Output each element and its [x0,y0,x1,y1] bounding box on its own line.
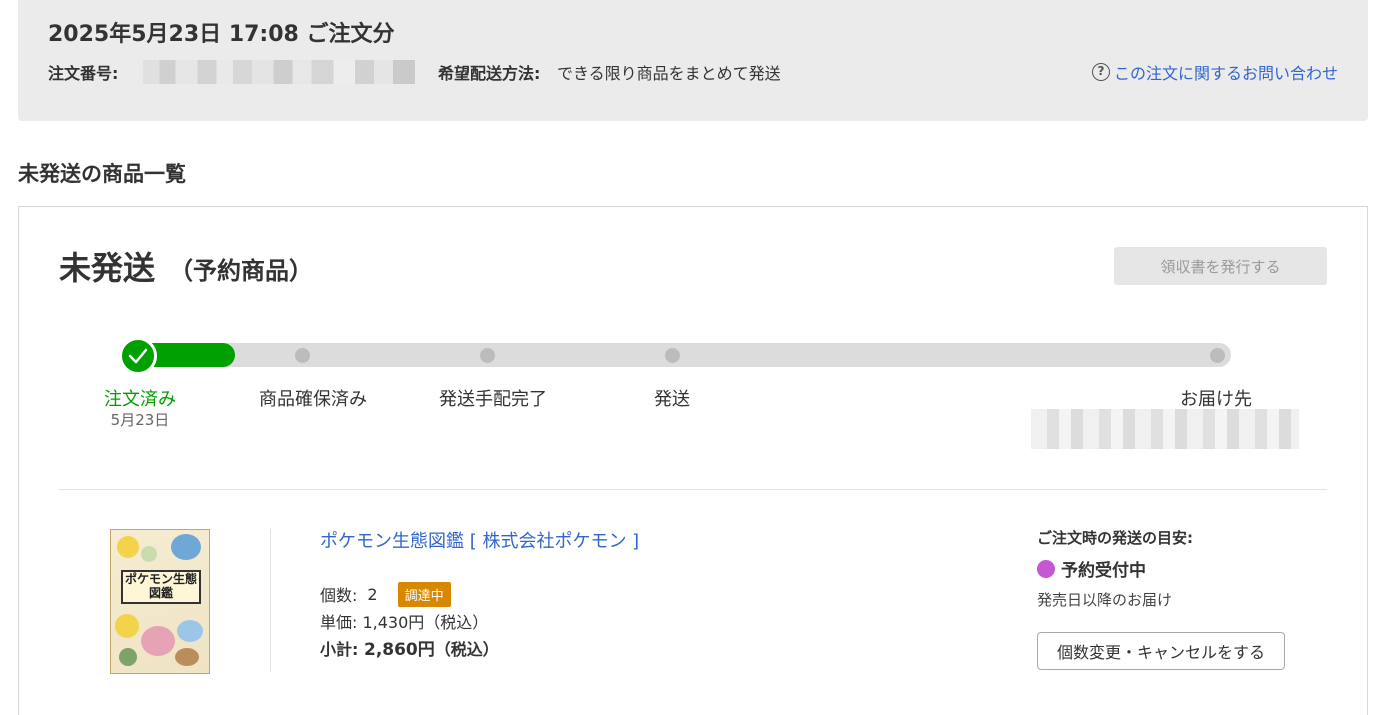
cover-title-text: ポケモン生態図鑑 [121,570,201,604]
step-dot-reserved [295,348,310,363]
delivery-address-redacted [1031,409,1299,449]
step-label-shipped: 発送 [654,389,690,410]
status-main: 未発送 [59,249,156,287]
divider [59,489,1327,490]
subtotal-label: 小計: [320,640,359,659]
preorder-status-label: 予約受付中 [1061,561,1146,581]
step-label-ordered: 注文済み [104,389,176,410]
status-sub: （予約商品） [169,257,314,285]
quantity-value: 2 [367,584,378,604]
subtotal-tax-note: （税込） [434,640,499,659]
book-cover-image[interactable]: ポケモン生態図鑑 [110,529,210,674]
shipping-guide-label: ご注文時の発送の目安: [1037,529,1193,547]
order-meta-row: 注文番号: 希望配送方法: できる限り商品をまとめて発送 ? この注文に関するお… [48,60,1338,84]
quantity-row: 個数: 2 調達中 [320,581,960,607]
item-title-link[interactable]: ポケモン生態図鑑 [ 株式会社ポケモン ] [320,527,639,553]
item-info: ポケモン生態図鑑 [ 株式会社ポケモン ] 個数: 2 調達中 単価: 1,43… [320,527,960,661]
step-dot-arranged [480,348,495,363]
preorder-status: 予約受付中 [1037,556,1337,581]
subtotal-row: 小計: 2,860円（税込） [320,635,960,661]
procurement-badge: 調達中 [397,581,451,607]
progress-tracker: 注文済み 5月23日 商品確保済み 発送手配完了 発送 お届け先 [19,337,1369,449]
unit-price: 単価: 1,430円（税込） [320,613,489,632]
change-quantity-cancel-button[interactable]: 個数変更・キャンセルをする [1037,632,1285,670]
order-number-redacted [143,60,415,84]
order-inquiry-link[interactable]: ? この注文に関するお問い合わせ [1091,60,1338,84]
step-date-ordered: 5月23日 [110,411,170,429]
issue-receipt-button[interactable]: 領収書を発行する [1114,247,1327,285]
status-heading: 未発送 （予約商品） [59,243,313,289]
question-circle-icon: ? [1091,63,1110,81]
step-label-delivery: お届け先 [1180,389,1252,410]
order-number-label: 注文番号: [48,64,119,83]
order-title: 2025年5月23日 17:08 ご注文分 [48,22,395,47]
shipping-method-label: 希望配送方法: [438,64,541,83]
section-title: 未発送の商品一覧 [18,162,186,186]
step-ordered-check-icon [119,337,157,375]
order-item-row: ポケモン生態図鑑 ポケモン生態図鑑 [ 株式会社ポケモン ] 個数: 2 調達中… [19,507,1369,715]
shipping-method-value: できる限り商品をまとめて発送 [557,64,781,83]
order-inquiry-label: この注文に関するお問い合わせ [1113,64,1338,83]
order-header: 2025年5月23日 17:08 ご注文分 注文番号: 希望配送方法: できる限… [18,0,1368,121]
shipping-guide: ご注文時の発送の目安: 予約受付中 発売日以降のお届け 個数変更・キャンセルをす… [1037,527,1337,670]
step-label-reserved: 商品確保済み [259,389,367,410]
subtotal-value: 2,860円 [363,640,435,660]
step-dot-shipped [665,348,680,363]
delivery-note: 発売日以降のお届け [1037,591,1173,609]
status-dot-icon [1037,559,1055,578]
step-label-arranged: 発送手配完了 [439,389,547,410]
step-dot-delivery [1210,348,1225,363]
item-vertical-divider [270,529,271,672]
shipment-status-card: 未発送 （予約商品） 領収書を発行する 注文済み 5月23日 商品確保済み 発送… [18,206,1368,715]
quantity-label: 個数: [320,586,358,605]
